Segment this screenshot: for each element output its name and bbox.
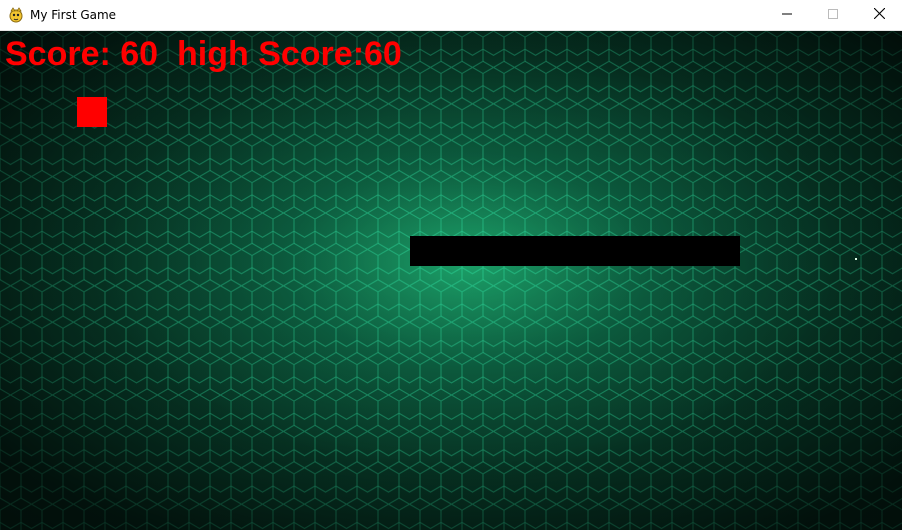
window-title: My First Game [30,8,117,22]
minimize-icon [782,6,792,24]
score-label: Score: 60 [5,35,159,73]
hexagon-background [0,31,902,530]
maximize-icon [828,6,838,24]
close-button[interactable] [856,0,902,30]
high-score-label: high Score:60 [177,35,402,73]
minimize-button[interactable] [764,0,810,30]
snake-body [410,236,740,266]
title-bar[interactable]: My First Game [0,0,902,31]
close-icon [873,6,885,24]
maximize-button[interactable] [810,0,856,30]
game-window: My First Game Score: 60 high Score:60 [0,0,902,530]
background-speck [855,258,857,260]
pygame-snake-icon [8,7,24,23]
game-canvas[interactable]: Score: 60 high Score:60 [0,31,902,530]
food-block [77,97,107,127]
